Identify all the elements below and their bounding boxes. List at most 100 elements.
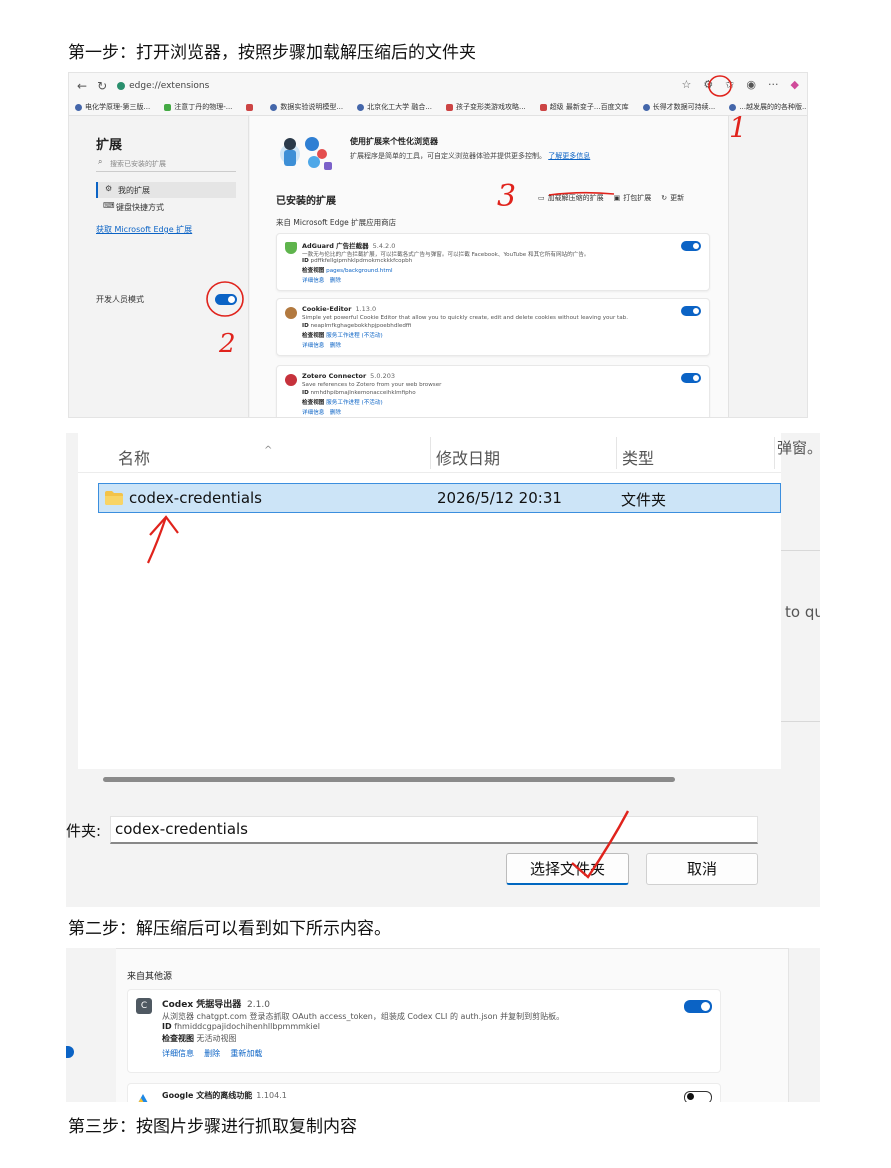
- remove-link[interactable]: 删除: [330, 343, 341, 349]
- details-link[interactable]: 详细信息: [302, 343, 324, 349]
- bookmark-item[interactable]: 长得才数据可持续...: [642, 102, 715, 112]
- right-gutter: [728, 116, 807, 417]
- other-source-label: 来自其他源: [127, 972, 173, 982]
- dialog-footer: [66, 793, 820, 907]
- extension-card: C Codex 凭据导出器 2.1.0 从浏览器 chatgpt.com 登录态…: [127, 989, 721, 1073]
- file-row-selected[interactable]: codex-credentials 2026/5/12 20:31 文件夹: [98, 483, 781, 513]
- extension-toggle[interactable]: [681, 241, 701, 251]
- sidebar-edge-indicator: [66, 1046, 74, 1058]
- file-list-header: ^ 名称 修改日期 类型: [78, 433, 781, 473]
- bookmark-item[interactable]: 注意丁丹的物理-...: [164, 102, 232, 112]
- zotero-logo-icon: [285, 374, 297, 386]
- refresh-icon: ↻: [661, 194, 668, 202]
- sidebar-item-shortcuts[interactable]: ⌨ 键盘快捷方式: [96, 199, 236, 215]
- load-unpacked-button[interactable]: ▭ 加载解压缩的扩展: [538, 193, 604, 203]
- details-link[interactable]: 详细信息: [302, 410, 324, 416]
- url-text[interactable]: edge://extensions: [129, 81, 209, 91]
- extensions-main: 来自其他源 C Codex 凭据导出器 2.1.0 从浏览器 chatgpt.c…: [116, 948, 788, 1102]
- sidebar-item-my-extensions[interactable]: ⚙ 我的扩展: [96, 182, 236, 198]
- extension-toggle[interactable]: [681, 373, 701, 383]
- horizontal-scrollbar[interactable]: [103, 777, 675, 782]
- codex-logo-icon: C: [136, 998, 152, 1014]
- annotation-number-3: 3: [497, 179, 517, 214]
- bookmark-item[interactable]: 北京化工大学 融合...: [357, 102, 432, 112]
- folder-name-input[interactable]: codex-credentials: [110, 816, 758, 844]
- remove-link[interactable]: 删除: [204, 1049, 220, 1058]
- search-icon: ⌕: [98, 157, 103, 166]
- google-docs-logo-icon: [138, 1094, 148, 1102]
- file-date: 2026/5/12 20:31: [437, 489, 562, 507]
- sort-caret-icon: ^: [264, 445, 273, 456]
- column-type-header[interactable]: 类型: [622, 445, 654, 469]
- promo-illustration: [280, 137, 332, 170]
- unpacked-extension-screenshot: 来自其他源 C Codex 凭据导出器 2.1.0 从浏览器 chatgpt.c…: [66, 948, 820, 1102]
- step1-heading: 第一步：打开浏览器，按照步骤加载解压缩后的文件夹: [68, 43, 476, 63]
- promo-banner: 使用扩展来个性化浏览器 扩展程序是简单的工具，可自定义浏览器体验并提供更多控制。…: [276, 126, 716, 174]
- bookmarks-bar: 电化学原理-第三版... 注意丁丹的物理-... 数据实验说明模型... 北京化…: [69, 99, 807, 116]
- remove-link[interactable]: 删除: [330, 410, 341, 416]
- bookmark-item[interactable]: 孩子变形类游戏攻略...: [446, 102, 526, 112]
- browser-address-bar: ← ↻ edge://extensions ☆ ⚙ ✩ ◉ ··· ◆: [69, 73, 807, 99]
- copilot-icon[interactable]: ◆: [791, 78, 799, 91]
- update-button[interactable]: ↻ 更新: [661, 193, 684, 203]
- column-date-header[interactable]: 修改日期: [436, 445, 500, 469]
- adguard-logo-icon: [285, 242, 297, 254]
- folder-icon: [105, 491, 123, 505]
- background-text: to qu: [785, 603, 820, 621]
- dev-mode-label: 开发人员模式: [96, 295, 144, 304]
- annotation-number-2: 2: [219, 329, 236, 359]
- star-icon[interactable]: ☆: [681, 78, 691, 91]
- right-gutter: [788, 948, 820, 1102]
- remove-link[interactable]: 删除: [330, 278, 341, 284]
- folder-icon: ▭: [538, 194, 545, 202]
- extension-toggle[interactable]: [681, 306, 701, 316]
- annotation-number-1: 1: [729, 111, 747, 144]
- favorites-icon[interactable]: ✩: [725, 78, 734, 91]
- extension-toggle[interactable]: [684, 1091, 712, 1102]
- extension-toolbar: ▭ 加载解压缩的扩展 ▣ 打包扩展 ↻ 更新: [538, 193, 684, 203]
- store-section-label: 来自 Microsoft Edge 扩展应用商店: [276, 218, 397, 227]
- edge-logo-icon: [117, 82, 126, 90]
- extension-card: AdGuard 广告拦截器 5.4.2.0 一款无与伦比的广告拦截扩展，可以拦截各…: [276, 233, 710, 291]
- dev-mode-toggle[interactable]: [215, 294, 237, 305]
- column-name-header[interactable]: 名称: [118, 445, 150, 469]
- extension-card: Google 文档的离线功能 1.104.1: [127, 1083, 721, 1102]
- reload-link[interactable]: 重新加载: [230, 1049, 262, 1058]
- bookmark-item[interactable]: [246, 103, 256, 111]
- file-name: codex-credentials: [129, 489, 262, 507]
- background-text: 弹窗。: [777, 439, 820, 457]
- folder-picker-screenshot: ^ 名称 修改日期 类型 codex-credentials 2026/5/12…: [66, 433, 820, 907]
- get-extensions-link[interactable]: 获取 Microsoft Edge 扩展: [96, 224, 192, 235]
- bookmark-item[interactable]: 电化学原理-第三版...: [75, 102, 150, 112]
- extension-version: 2.1.0: [247, 1000, 270, 1010]
- bookmark-item[interactable]: 超级 最新变子...百度文库: [539, 102, 629, 112]
- extensions-main: 使用扩展来个性化浏览器 扩展程序是简单的工具，可自定义浏览器体验并提供更多控制。…: [250, 116, 728, 417]
- select-folder-button[interactable]: 选择文件夹: [506, 853, 629, 885]
- details-link[interactable]: 详细信息: [302, 278, 324, 284]
- package-icon: ▣: [613, 194, 621, 202]
- learn-more-link[interactable]: 了解更多信息: [548, 152, 590, 160]
- extensions-puzzle-icon[interactable]: ⚙: [703, 78, 713, 91]
- step3-heading: 第三步：按图片步骤进行抓取复制内容: [68, 1117, 357, 1137]
- extension-toggle[interactable]: [684, 1000, 712, 1013]
- installed-title: 已安装的扩展: [276, 196, 336, 207]
- edge-extensions-screenshot: ← ↻ edge://extensions ☆ ⚙ ✩ ◉ ··· ◆ 电化学原…: [68, 72, 808, 418]
- extension-card: Cookie-Editor 1.13.0 Simple yet powerful …: [276, 298, 710, 356]
- refresh-icon[interactable]: ↻: [97, 79, 107, 93]
- extension-name: Codex 凭据导出器: [162, 1000, 242, 1010]
- file-type: 文件夹: [621, 491, 667, 509]
- extension-search-input[interactable]: ⌕ 搜索已安装的扩展: [96, 156, 236, 172]
- more-menu-icon[interactable]: ···: [768, 78, 779, 91]
- promo-title: 使用扩展来个性化浏览器: [350, 137, 438, 146]
- promo-desc: 扩展程序是简单的工具，可自定义浏览器体验并提供更多控制。 了解更多信息: [350, 152, 591, 160]
- bookmark-item[interactable]: 数据实验说明模型...: [270, 102, 343, 112]
- extension-icon: ⚙: [105, 184, 113, 193]
- cancel-button[interactable]: 取消: [646, 853, 758, 885]
- extension-desc: 从浏览器 chatgpt.com 登录态抓取 OAuth access_toke…: [162, 1012, 565, 1021]
- profile-icon[interactable]: ◉: [746, 78, 756, 91]
- details-link[interactable]: 详细信息: [162, 1049, 194, 1058]
- step2-heading: 第二步：解压缩后可以看到如下所示内容。: [68, 919, 391, 939]
- sidebar-title: 扩展: [96, 138, 123, 153]
- back-arrow-icon[interactable]: ←: [77, 79, 87, 93]
- pack-extension-button[interactable]: ▣ 打包扩展: [614, 193, 652, 203]
